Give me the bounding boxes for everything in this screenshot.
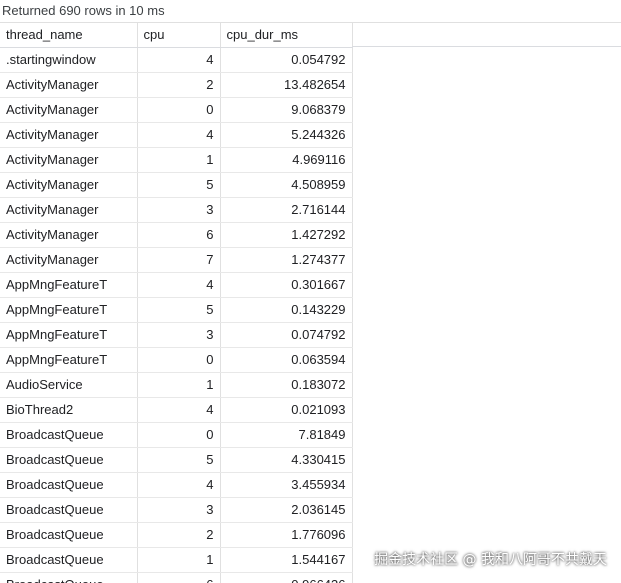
cell-cpu: 3 [137, 497, 221, 523]
cell-thread-name: ActivityManager [0, 97, 138, 123]
table-row[interactable]: ActivityManager 5 4.508959 [0, 172, 353, 198]
cell-cpu: 2 [137, 522, 221, 548]
cell-thread-name: ActivityManager [0, 247, 138, 273]
cell-cpu-dur-ms: 0.054792 [220, 47, 353, 73]
cell-cpu: 0 [137, 347, 221, 373]
cell-cpu: 0 [137, 422, 221, 448]
table-row[interactable]: AppMngFeatureT 5 0.143229 [0, 297, 353, 323]
cell-cpu: 4 [137, 122, 221, 148]
table-row[interactable]: BroadcastQueue60.966436 [0, 572, 353, 583]
cell-cpu: 4 [137, 472, 221, 498]
cell-thread-name: ActivityManager [0, 197, 138, 223]
table-row[interactable]: .startingwindow 4 0.054792 [0, 47, 353, 73]
cell-cpu-dur-ms: 2.716144 [220, 197, 353, 223]
cell-cpu-dur-ms: 2.036145 [220, 497, 353, 523]
cell-thread-name: ActivityManager [0, 147, 138, 173]
table-row[interactable]: BroadcastQueue 5 4.330415 [0, 447, 353, 473]
cell-thread-name: BroadcastQueue [0, 422, 138, 448]
cell-thread-name: BroadcastQueue [0, 472, 138, 498]
table-row[interactable]: BroadcastQueue 1 1.544167 [0, 547, 353, 573]
cell-cpu-dur-ms: 4.508959 [220, 172, 353, 198]
cell-cpu: 5 [137, 447, 221, 473]
cell-cpu: 6 [137, 572, 221, 583]
cell-cpu: 1 [137, 547, 221, 573]
table-row[interactable]: AppMngFeatureT 3 0.074792 [0, 322, 353, 348]
cell-thread-name: AppMngFeatureT [0, 347, 138, 373]
cell-thread-name: BroadcastQueue [0, 572, 138, 583]
table-row[interactable]: BroadcastQueue 3 2.036145 [0, 497, 353, 523]
table-row[interactable]: ActivityManager 6 1.427292 [0, 222, 353, 248]
table-row[interactable]: BioThread2 4 0.021093 [0, 397, 353, 423]
cell-thread-name: AudioService [0, 372, 138, 398]
cell-cpu-dur-ms: 0.021093 [220, 397, 353, 423]
cell-cpu: 4 [137, 272, 221, 298]
table-row[interactable]: AppMngFeatureT 4 0.301667 [0, 272, 353, 298]
cell-cpu-dur-ms: 0.301667 [220, 272, 353, 298]
table-row[interactable]: ActivityManager 4 5.244326 [0, 122, 353, 148]
table-row[interactable]: AppMngFeatureT 0 0.063594 [0, 347, 353, 373]
cell-thread-name: BroadcastQueue [0, 497, 138, 523]
cell-cpu-dur-ms: 4.969116 [220, 147, 353, 173]
cell-thread-name: BroadcastQueue [0, 522, 138, 548]
column-header-thread-name[interactable]: thread_name [0, 23, 138, 48]
cell-cpu: 0 [137, 97, 221, 123]
table-row[interactable]: ActivityManager 1 4.969116 [0, 147, 353, 173]
cell-cpu-dur-ms: 0.074792 [220, 322, 353, 348]
table-row[interactable]: ActivityManager 7 1.274377 [0, 247, 353, 273]
query-status: Returned 690 rows in 10 ms [0, 0, 621, 23]
cell-cpu-dur-ms: 0.183072 [220, 372, 353, 398]
cell-thread-name: BroadcastQueue [0, 547, 138, 573]
table-header-row: thread_name cpu cpu_dur_ms [0, 23, 353, 48]
cell-cpu-dur-ms: 1.427292 [220, 222, 353, 248]
results-table: thread_name cpu cpu_dur_ms .startingwind… [0, 23, 353, 583]
cell-cpu-dur-ms: 9.068379 [220, 97, 353, 123]
column-header-cpu-dur-ms[interactable]: cpu_dur_ms [220, 23, 353, 48]
cell-cpu: 6 [137, 222, 221, 248]
cell-cpu: 3 [137, 322, 221, 348]
cell-cpu-dur-ms: 4.330415 [220, 447, 353, 473]
cell-cpu: 4 [137, 47, 221, 73]
cell-thread-name: BioThread2 [0, 397, 138, 423]
cell-thread-name: ActivityManager [0, 122, 138, 148]
cell-cpu: 5 [137, 297, 221, 323]
cell-cpu-dur-ms: 3.455934 [220, 472, 353, 498]
table-row[interactable]: BroadcastQueue 0 7.81849 [0, 422, 353, 448]
header-filler [352, 23, 621, 47]
cell-thread-name: ActivityManager [0, 222, 138, 248]
cell-cpu: 7 [137, 247, 221, 273]
cell-cpu-dur-ms: 0.063594 [220, 347, 353, 373]
cell-thread-name: AppMngFeatureT [0, 322, 138, 348]
column-header-cpu[interactable]: cpu [137, 23, 221, 48]
cell-thread-name: .startingwindow [0, 47, 138, 73]
table-row[interactable]: ActivityManager 3 2.716144 [0, 197, 353, 223]
table-row[interactable]: ActivityManager 2 13.482654 [0, 72, 353, 98]
cell-cpu-dur-ms: 1.776096 [220, 522, 353, 548]
cell-cpu-dur-ms: 5.244326 [220, 122, 353, 148]
cell-cpu-dur-ms: 13.482654 [220, 72, 353, 98]
table-row[interactable]: AudioService 1 0.183072 [0, 372, 353, 398]
cell-cpu-dur-ms: 1.274377 [220, 247, 353, 273]
table-row[interactable]: BroadcastQueue 4 3.455934 [0, 472, 353, 498]
cell-thread-name: ActivityManager [0, 72, 138, 98]
cell-cpu: 4 [137, 397, 221, 423]
table-row[interactable]: BroadcastQueue 2 1.776096 [0, 522, 353, 548]
cell-thread-name: AppMngFeatureT [0, 272, 138, 298]
cell-thread-name: BroadcastQueue [0, 447, 138, 473]
cell-cpu-dur-ms: 0.143229 [220, 297, 353, 323]
cell-thread-name: AppMngFeatureT [0, 297, 138, 323]
table-body: .startingwindow 4 0.054792 ActivityManager 2… [0, 47, 353, 583]
cell-cpu: 2 [137, 72, 221, 98]
table-row[interactable]: ActivityManager 0 9.068379 [0, 97, 353, 123]
watermark-text: 掘金技术社区 @ 我和八阿哥不共戴天 [374, 552, 607, 568]
query-result-panel: Returned 690 rows in 10 ms thread_name c… [0, 0, 621, 583]
cell-thread-name: ActivityManager [0, 172, 138, 198]
cell-cpu: 5 [137, 172, 221, 198]
cell-cpu-dur-ms: 7.81849 [220, 422, 353, 448]
cell-cpu: 1 [137, 372, 221, 398]
cell-cpu: 1 [137, 147, 221, 173]
cell-cpu-dur-ms: 1.544167 [220, 547, 353, 573]
cell-cpu-dur-ms: 0.966436 [220, 572, 353, 583]
cell-cpu: 3 [137, 197, 221, 223]
